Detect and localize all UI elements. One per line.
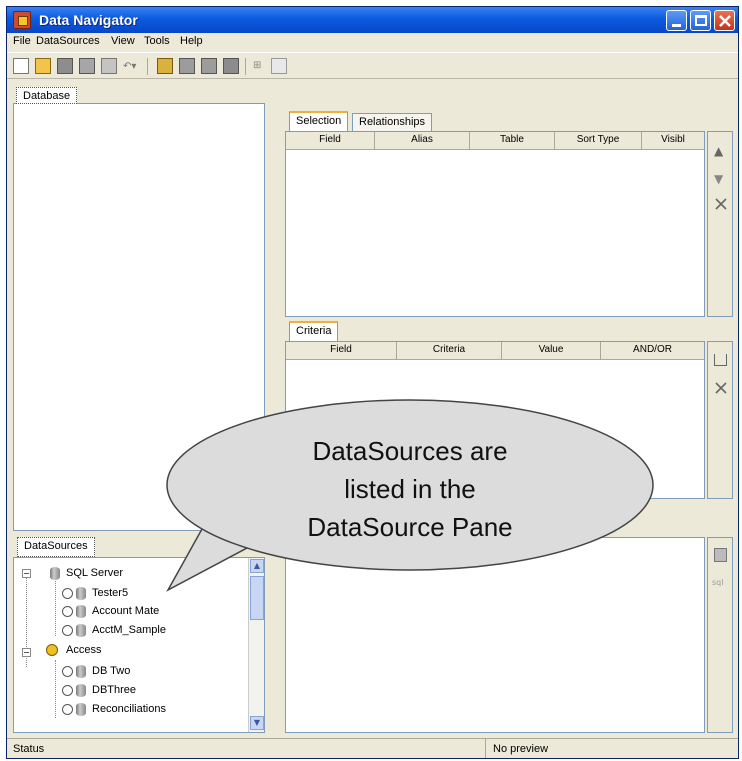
callout-line: DataSource Pane bbox=[307, 512, 513, 542]
callout-line: DataSources are bbox=[312, 436, 508, 466]
callout-bubble bbox=[166, 399, 654, 592]
callout-line: listed in the bbox=[344, 474, 476, 504]
callout-text: DataSources are listed in the DataSource… bbox=[220, 432, 600, 546]
